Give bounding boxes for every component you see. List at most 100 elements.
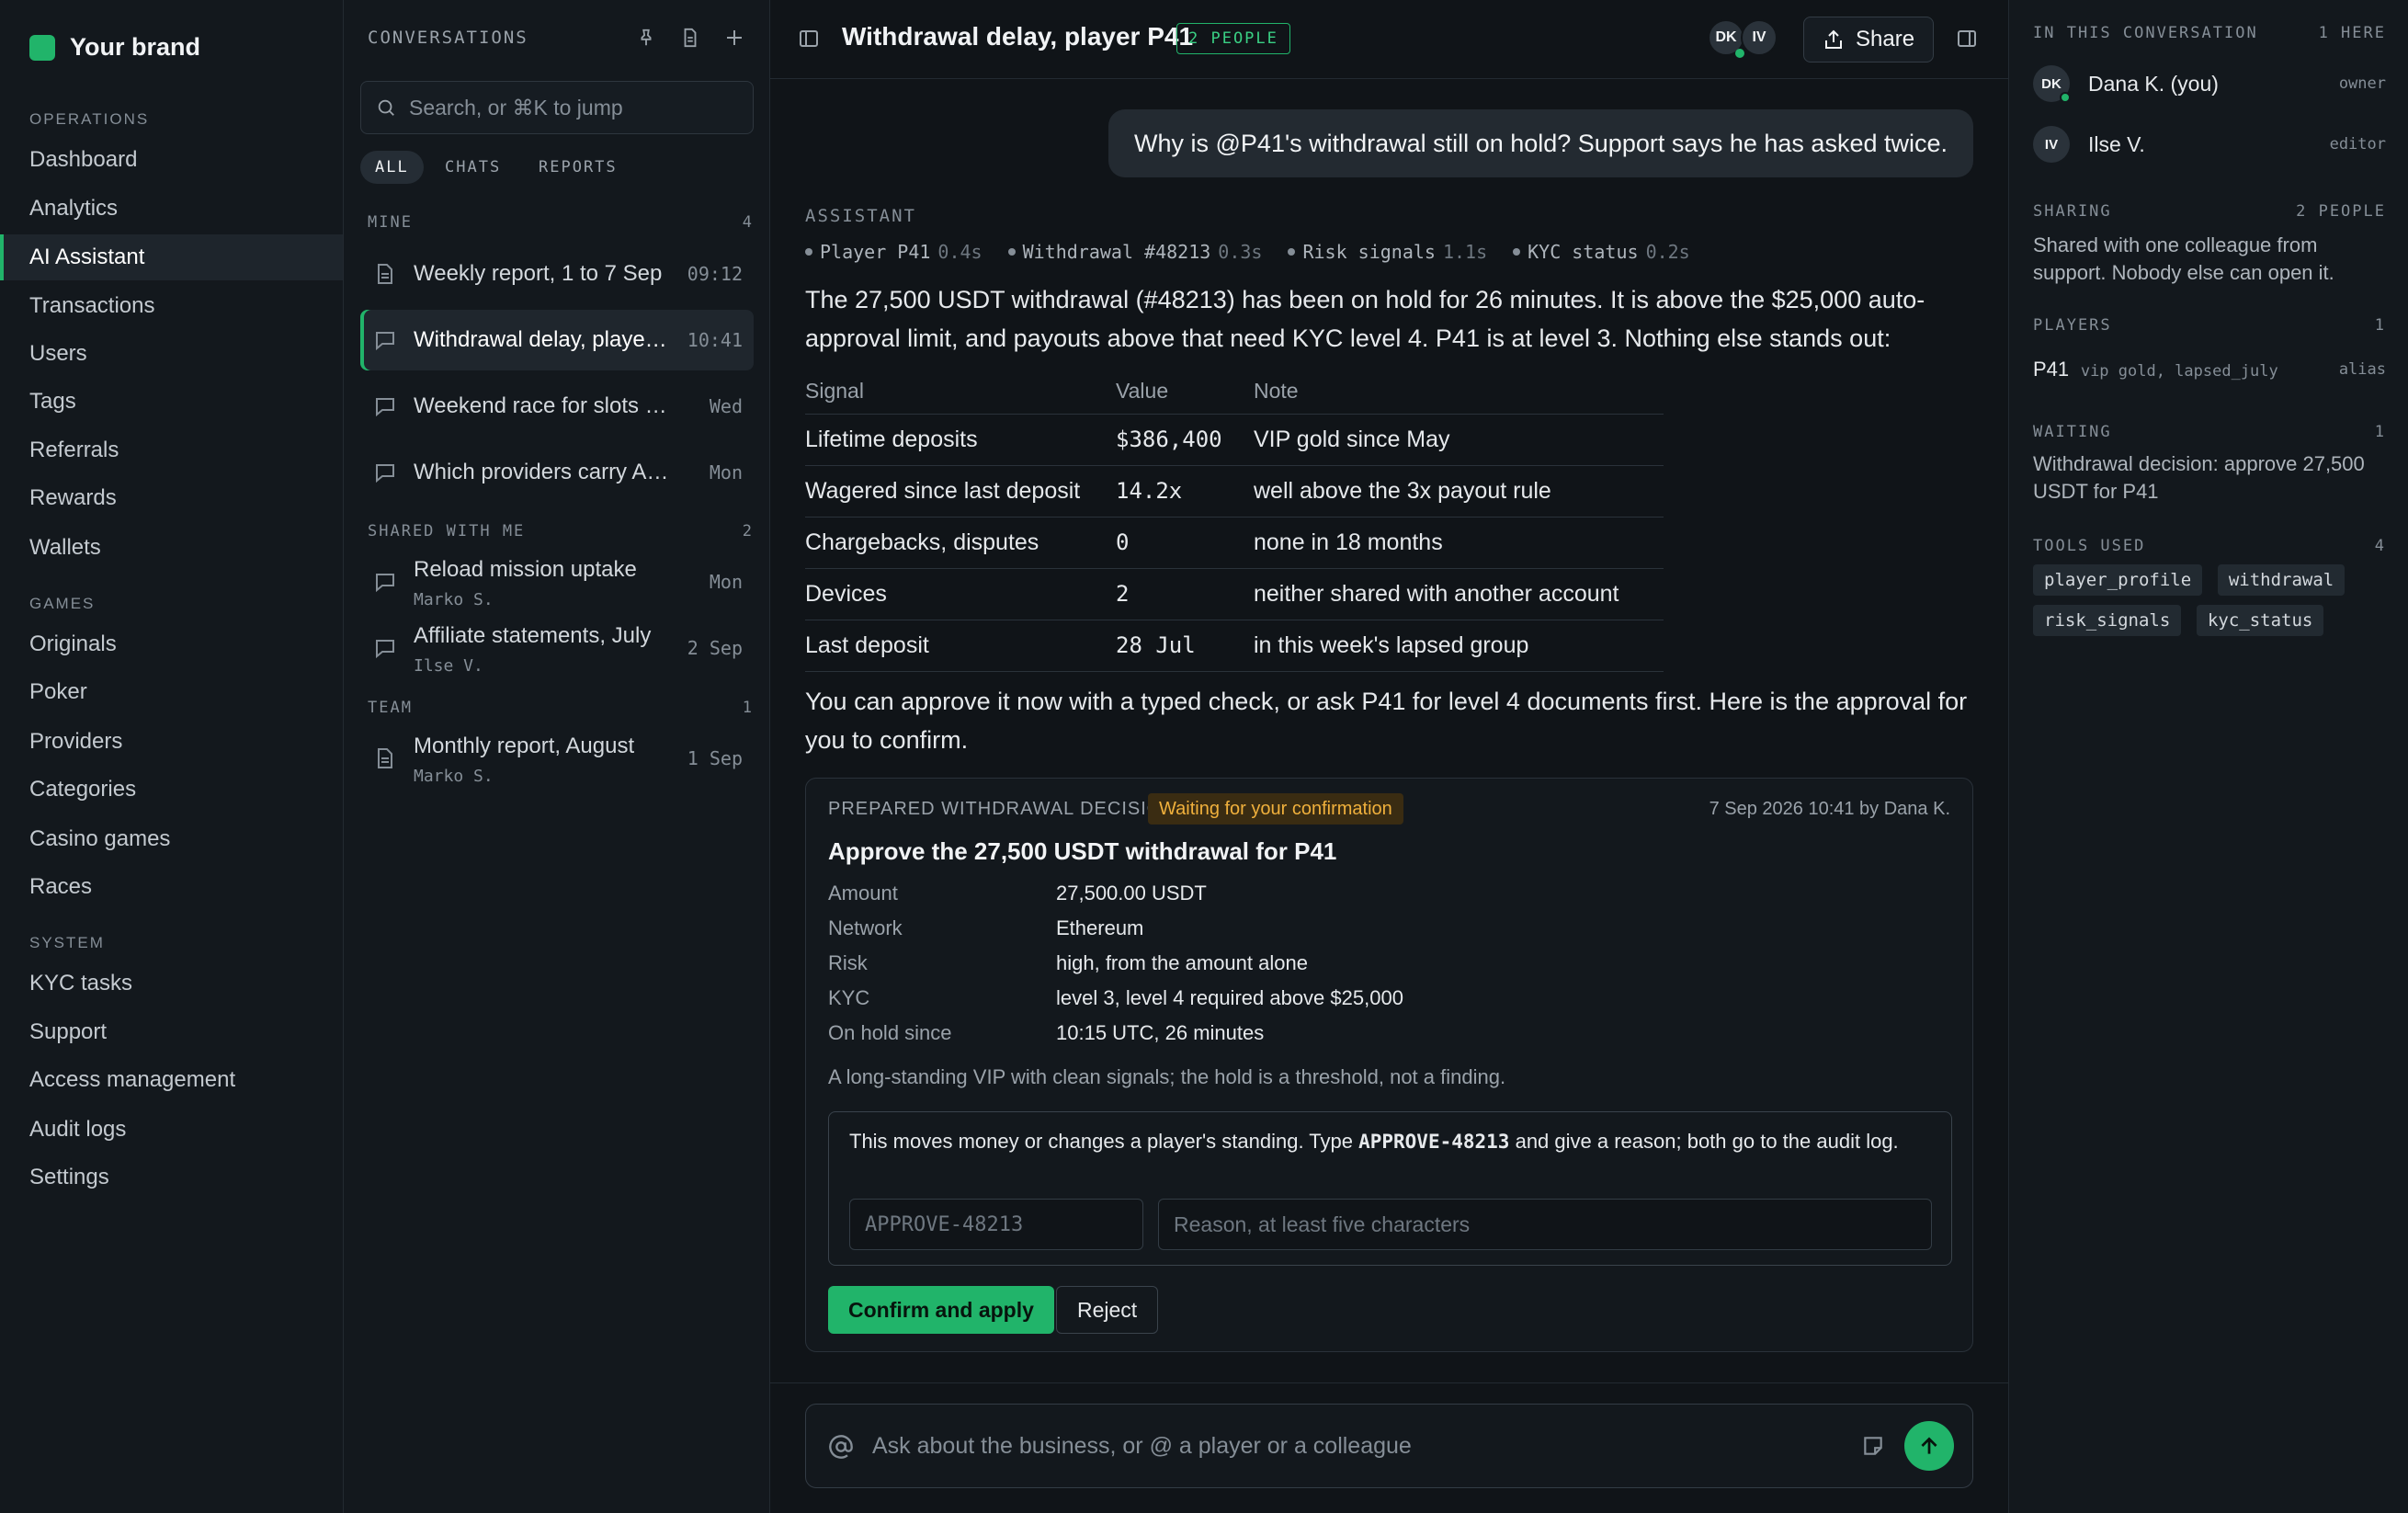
member-name: Dana K. (you) [2088,71,2219,96]
nav-item-audit-logs[interactable]: Audit logs [0,1107,343,1153]
member-role: owner [2338,74,2386,93]
conversation-item[interactable]: Which providers carry Australia Mon [360,442,754,503]
conversation-item[interactable]: Weekend race for slots players Wed [360,376,754,437]
player-row[interactable]: P41 vip gold, lapsed_july alias [2033,357,2386,384]
assistant-outro: You can approve it now with a typed chec… [805,688,1968,754]
assistant-intro: The 27,500 USDT withdrawal (#48213) has … [805,286,1925,352]
avatar[interactable]: IV [1741,19,1778,56]
people-count-badge[interactable]: 2 PEOPLE [1176,23,1290,54]
toggle-sidebar-icon[interactable] [798,28,820,56]
players-title: PLAYERS [2033,316,2112,335]
step-name: Withdrawal #48213 [1022,241,1211,263]
nav-item-casino-games[interactable]: Casino games [0,816,343,862]
group-count: 2 [742,522,754,540]
conversation-title: Withdrawal delay, player P41 [414,327,671,352]
share-button[interactable]: Share [1803,17,1935,63]
tool-step[interactable]: Risk signals 1.1s [1288,241,1487,263]
detail-key: Amount [828,882,898,904]
nav-item-originals[interactable]: Originals [0,621,343,667]
search-input[interactable] [409,95,740,120]
waiting-item[interactable]: Withdrawal decision: approve 27,500 USDT… [2033,450,2386,506]
mention-at-icon[interactable] [828,1434,854,1466]
nav-item-users[interactable]: Users [0,331,343,377]
table-row: Devices 2 neither shared with another acco… [805,568,1664,620]
new-chat-plus-icon[interactable] [721,24,748,51]
note-cell: in this week's lapsed group [1254,620,1664,672]
value-cell: 28 Jul [1116,620,1254,672]
tool-step[interactable]: KYC status 0.2s [1513,241,1690,263]
tool-chip: kyc_status [2196,605,2324,636]
conversation-item[interactable]: Weekly report, 1 to 7 Sep 09:12 [360,244,754,304]
sidebar-nav: Your brand OPERATIONS Dashboard Analytic… [0,0,344,1513]
detail-key: Network [828,916,903,939]
member-row[interactable]: IV Ilse V. editor [2033,121,2386,167]
tool-chip: withdrawal [2217,564,2346,596]
share-upload-icon [1825,29,1842,49]
nav-item-tags[interactable]: Tags [0,379,343,425]
share-label: Share [1856,27,1915,51]
table-row: Chargebacks, disputes 0 none in 18 months [805,517,1664,569]
reason-input[interactable] [1158,1199,1932,1250]
nav-item-analytics[interactable]: Analytics [0,186,343,232]
detail-key: On hold since [828,1021,952,1044]
conversation-time: 09:12 [687,263,743,285]
player-id: P41 [2033,358,2070,381]
player-tags: vip gold, lapsed_july [2080,362,2278,381]
nav-section-games: GAMES [29,595,96,612]
signal-cell: Devices [805,568,1116,620]
conversation-item[interactable]: Reload mission uptake Marko S. Mon [360,552,754,612]
nav-item-ai-assistant[interactable]: AI Assistant [0,234,343,280]
nav-item-dashboard[interactable]: Dashboard [0,137,343,183]
send-button[interactable] [1904,1421,1954,1471]
member-row[interactable]: DK Dana K. (you) owner [2033,61,2386,107]
conversation-search[interactable] [360,81,754,134]
conversation-item[interactable]: Affiliate statements, July Ilse V. 2 Sep [360,618,754,678]
confirmation-code-input[interactable] [849,1199,1143,1250]
nav-item-support[interactable]: Support [0,1009,343,1055]
chat-bubble-icon [373,461,397,484]
nav-item-settings[interactable]: Settings [0,1155,343,1200]
pin-icon[interactable] [632,24,660,51]
signal-cell: Chargebacks, disputes [805,517,1116,569]
conversation-item[interactable]: Monthly report, August Marko S. 1 Sep [360,728,754,789]
nav-item-poker[interactable]: Poker [0,669,343,715]
nav-item-access-management[interactable]: Access management [0,1057,343,1103]
filter-tab-all[interactable]: ALL [360,151,424,184]
nav-item-kyc-tasks[interactable]: KYC tasks [0,961,343,1007]
nav-item-referrals[interactable]: Referrals [0,427,343,473]
message-input[interactable] [872,1427,1846,1465]
arrow-up-icon [1921,1437,1937,1454]
conversation-title: Which providers carry Australia [414,460,671,484]
brand[interactable]: Your brand [29,33,200,62]
conversation-time: Wed [709,395,743,417]
reject-button[interactable]: Reject [1056,1286,1159,1334]
filter-tab-reports[interactable]: REPORTS [524,151,632,184]
column-header: Signal [805,370,1116,415]
note-attach-icon[interactable] [1861,1434,1885,1464]
conversation-title: Reload mission uptake [414,557,637,582]
tools-count: 4 [2374,537,2386,555]
tool-step[interactable]: Player P41 0.4s [805,241,983,263]
nav-item-wallets[interactable]: Wallets [0,525,343,571]
sharing-header: SHARING 2 PEOPLE [2033,202,2386,221]
nav-item-transactions[interactable]: Transactions [0,283,343,329]
toggle-details-panel-icon[interactable] [1956,28,1978,56]
confirm-and-apply-button[interactable]: Confirm and apply [828,1286,1054,1334]
new-report-icon[interactable] [676,24,704,51]
nav-item-rewards[interactable]: Rewards [0,475,343,521]
step-duration: 1.1s [1442,241,1488,263]
nav-item-providers[interactable]: Providers [0,719,343,765]
filter-tab-chats[interactable]: CHATS [430,151,516,184]
assistant-label: ASSISTANT [805,206,916,226]
tool-step[interactable]: Withdrawal #48213 0.3s [1007,241,1262,263]
nav-item-categories[interactable]: Categories [0,767,343,813]
group-header-shared: SHARED WITH ME 2 [368,522,754,540]
step-name: Player P41 [820,241,931,263]
brand-logo-icon [29,34,55,61]
detail-value: Ethereum [1056,916,1144,939]
waiting-count: 1 [2374,423,2386,441]
detail-value: 10:15 UTC, 26 minutes [1056,1021,1265,1044]
nav-item-races[interactable]: Races [0,864,343,910]
conversation-item-active[interactable]: Withdrawal delay, player P41 10:41 [360,310,754,370]
table-header-row: Signal Value Note [805,370,1664,415]
